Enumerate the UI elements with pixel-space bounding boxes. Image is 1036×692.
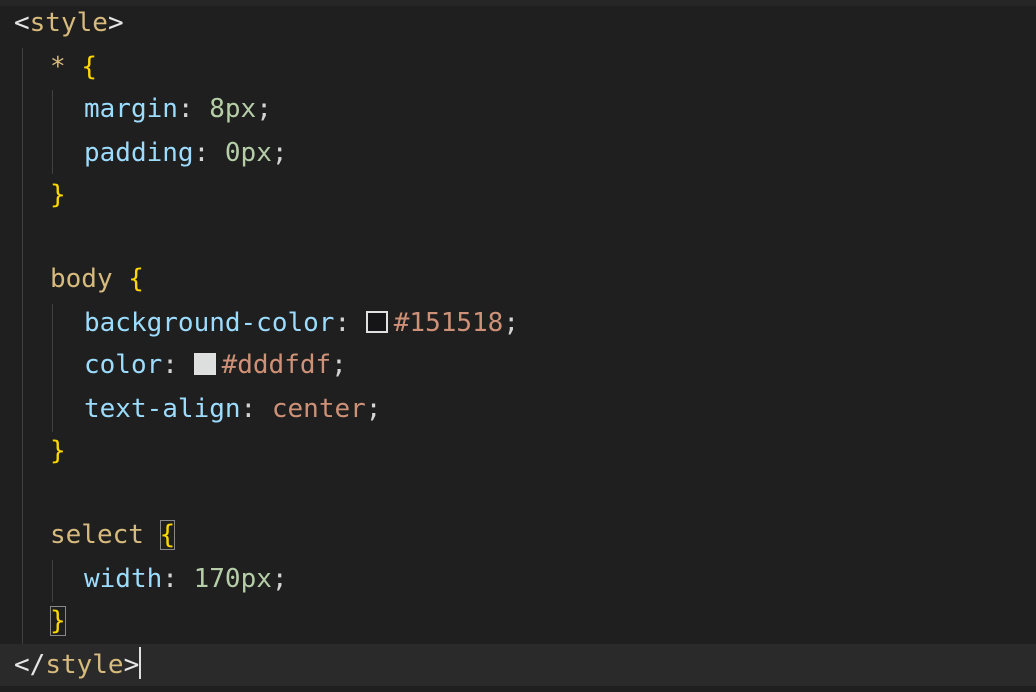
css-value: center — [271, 394, 366, 424]
code-line-declaration[interactable]: margin: 8px; — [84, 88, 1036, 130]
close-brace: } — [50, 180, 66, 210]
code-line-close-brace[interactable]: } — [50, 174, 1036, 216]
semicolon: ; — [256, 94, 272, 124]
css-color-value: #dddfdf — [221, 350, 332, 380]
semicolon: ; — [331, 350, 347, 380]
css-property: padding — [84, 138, 194, 168]
colon: : — [334, 308, 351, 338]
colon: : — [240, 394, 257, 424]
semicolon: ; — [271, 564, 288, 594]
colon: : — [193, 138, 210, 168]
code-editor[interactable]: <style> * { margin: 8px; padding: 0px; }… — [0, 0, 1036, 692]
tag-name: style — [29, 8, 108, 38]
open-brace: { — [81, 52, 97, 82]
css-selector: body — [50, 264, 113, 294]
indent-guide-rule-3 — [52, 560, 53, 602]
code-line-declaration[interactable]: width: 170px; — [84, 558, 1036, 600]
css-color-value: #151518 — [393, 308, 504, 338]
colon: : — [162, 564, 178, 594]
code-line-declaration[interactable]: text-align: center; — [84, 388, 1036, 430]
tag-bracket: > — [107, 8, 124, 38]
indent-guide-rule-1 — [52, 90, 53, 174]
code-line-selector[interactable]: select { — [50, 514, 1036, 556]
code-line-selector[interactable]: body { — [50, 258, 1036, 300]
open-brace: { — [128, 264, 144, 294]
semicolon: ; — [271, 138, 288, 168]
css-unit: px — [240, 564, 272, 594]
code-line-declaration[interactable]: color: #dddfdf; — [84, 344, 1036, 386]
text-cursor — [139, 647, 142, 679]
semicolon: ; — [503, 308, 519, 338]
tag-name: style — [45, 650, 124, 680]
code-line-declaration[interactable]: padding: 0px; — [84, 132, 1036, 174]
indent-guide-rule-2 — [52, 304, 53, 432]
color-swatch[interactable] — [193, 353, 216, 375]
code-line-close-brace[interactable]: } — [50, 430, 1036, 472]
close-brace: } — [50, 436, 66, 466]
css-property: text-align — [84, 394, 241, 424]
code-line-selector[interactable]: * { — [50, 46, 1036, 88]
close-brace-matched: } — [50, 606, 66, 636]
css-property: background-color — [84, 308, 335, 338]
semicolon: ; — [365, 394, 382, 424]
tag-bracket: </ — [14, 650, 46, 680]
code-line-style-open[interactable]: <style> — [14, 2, 1036, 44]
css-selector: select — [50, 520, 144, 550]
colon: : — [177, 94, 194, 124]
css-property: color — [84, 350, 163, 380]
tag-bracket: > — [123, 650, 140, 680]
color-swatch[interactable] — [365, 311, 388, 333]
css-selector: * — [50, 52, 66, 82]
code-line-close-brace[interactable]: } — [50, 600, 1036, 642]
tag-bracket: < — [14, 8, 30, 38]
code-line-declaration[interactable]: background-color: #151518; — [84, 302, 1036, 344]
css-unit: px — [240, 138, 272, 168]
css-property: width — [84, 564, 163, 594]
css-number: 0 — [224, 138, 241, 168]
colon: : — [162, 350, 178, 380]
indent-guide-outer — [22, 48, 23, 644]
css-property: margin — [84, 94, 178, 124]
open-brace-matched: { — [159, 520, 176, 550]
css-number: 170 — [193, 564, 241, 594]
css-unit: px — [224, 94, 257, 124]
css-number: 8 — [209, 94, 225, 124]
code-line-style-close[interactable]: </style> — [0, 644, 1036, 686]
